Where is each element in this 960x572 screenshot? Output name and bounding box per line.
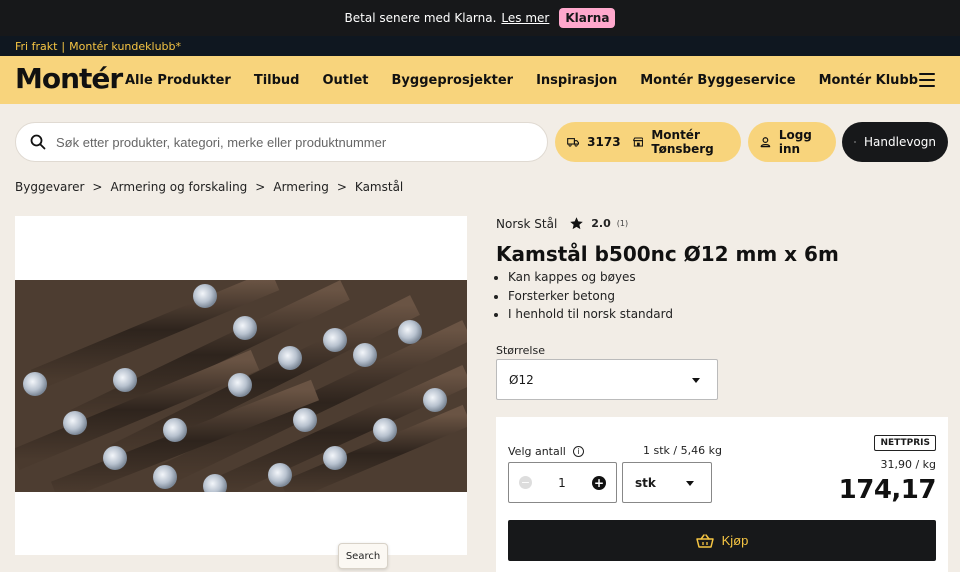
nav-item-byggeservice[interactable]: Montér Byggeservice xyxy=(640,73,795,88)
store-icon xyxy=(632,137,644,147)
promo-text: Betal senere med Klarna. xyxy=(344,11,497,25)
purchase-card: Velg antall i 1 stk / 5,46 kg − 1 + stk … xyxy=(496,417,948,572)
user-icon xyxy=(760,137,771,148)
customer-club-link[interactable]: Montér kundeklubb* xyxy=(69,40,181,53)
unit-weight-info: 1 stk / 5,46 kg xyxy=(643,444,722,457)
quantity-label-row: Velg antall i xyxy=(508,445,584,458)
unit-dropdown[interactable]: stk xyxy=(622,462,712,503)
info-icon[interactable]: i xyxy=(572,446,584,457)
star-icon xyxy=(570,217,584,230)
breadcrumb-separator: > xyxy=(92,180,103,194)
breadcrumb-separator: > xyxy=(255,180,266,194)
product-features: Kan kappes og bøyes Forsterker betong I … xyxy=(508,268,673,324)
breadcrumb-item[interactable]: Armering og forskaling xyxy=(110,180,247,194)
main-navigation: Montér Alle Produkter Tilbud Outlet Bygg… xyxy=(0,56,960,104)
decrease-quantity-button[interactable]: − xyxy=(519,476,532,489)
product-title: Kamstål b500nc Ø12 mm x 6m xyxy=(496,242,839,266)
product-image-container[interactable] xyxy=(15,216,467,555)
nav-item-byggeprosjekter[interactable]: Byggeprosjekter xyxy=(392,73,514,88)
brand-rating-row: Norsk Stål 2.0 (1) xyxy=(496,216,628,231)
login-button[interactable]: Logg inn xyxy=(748,122,836,162)
size-dropdown[interactable]: Ø12 xyxy=(496,359,718,400)
rating[interactable]: 2.0 (1) xyxy=(569,216,628,231)
size-label: Størrelse xyxy=(496,344,545,357)
unit-value: stk xyxy=(635,475,656,490)
search-input[interactable] xyxy=(56,134,516,150)
nav-item-klubb[interactable]: Montér Klubb xyxy=(819,73,919,88)
search-bar xyxy=(15,122,548,162)
rebar-product-image xyxy=(15,280,467,492)
basket-icon xyxy=(854,141,856,143)
nav-menu: Alle Produkter Tilbud Outlet Byggeprosje… xyxy=(125,56,941,104)
chevron-down-icon xyxy=(692,378,700,383)
brand-name[interactable]: Norsk Stål xyxy=(496,217,557,231)
buy-label: Kjøp xyxy=(721,533,749,548)
breadcrumb-item[interactable]: Byggevarer xyxy=(15,180,84,194)
free-shipping-link[interactable]: Fri frakt xyxy=(15,40,57,53)
nav-item-tilbud[interactable]: Tilbud xyxy=(254,73,300,88)
rating-count: (1) xyxy=(616,219,629,228)
feature-item: Kan kappes og bøyes xyxy=(508,268,673,287)
nav-item-alle-produkter[interactable]: Alle Produkter xyxy=(125,73,231,88)
postal-code: 3173 xyxy=(587,135,621,149)
nav-item-inspirasjon[interactable]: Inspirasjon xyxy=(536,73,617,88)
rating-value: 2.0 xyxy=(591,217,611,230)
product-price: 174,17 xyxy=(838,475,937,505)
feature-item: I henhold til norsk standard xyxy=(508,305,673,324)
promo-read-more-link[interactable]: Les mer xyxy=(501,11,549,25)
breadcrumb-current[interactable]: Kamstål xyxy=(355,180,403,194)
truck-icon xyxy=(567,138,580,147)
quantity-stepper: − 1 + xyxy=(508,462,617,503)
search-icon xyxy=(30,134,46,150)
klarna-badge: Klarna xyxy=(559,8,616,28)
net-price-badge: NETTPRIS xyxy=(874,435,936,451)
delivery-store-selector[interactable]: 3173 Montér Tønsberg xyxy=(555,122,741,162)
login-label: Logg inn xyxy=(778,128,812,156)
buy-button[interactable]: Kjøp xyxy=(508,520,936,561)
quantity-value[interactable]: 1 xyxy=(558,476,566,490)
klarna-promo-bar: Betal senere med Klarna. Les mer Klarna xyxy=(0,0,960,36)
cart-button[interactable]: Handlevogn xyxy=(842,122,948,162)
breadcrumb: Byggevarer > Armering og forskaling > Ar… xyxy=(15,180,403,194)
search-tooltip: Search xyxy=(338,543,388,569)
price-per-kg: 31,90 / kg xyxy=(880,458,936,471)
breadcrumb-item[interactable]: Armering xyxy=(273,180,329,194)
basket-icon xyxy=(695,533,714,548)
store-name: Montér Tønsberg xyxy=(651,128,714,156)
hamburger-menu-icon[interactable] xyxy=(919,73,935,87)
chevron-down-icon xyxy=(686,481,694,486)
feature-item: Forsterker betong xyxy=(508,287,673,306)
nav-item-outlet[interactable]: Outlet xyxy=(323,73,369,88)
increase-quantity-button[interactable]: + xyxy=(591,475,606,490)
quantity-label: Velg antall xyxy=(508,445,566,458)
monter-logo[interactable]: Montér xyxy=(15,62,123,95)
cart-label: Handlevogn xyxy=(864,135,936,149)
divider: | xyxy=(61,39,66,53)
breadcrumb-separator: > xyxy=(336,180,347,194)
benefits-bar: Fri frakt | Montér kundeklubb* xyxy=(0,36,960,56)
size-value: Ø12 xyxy=(509,372,534,387)
